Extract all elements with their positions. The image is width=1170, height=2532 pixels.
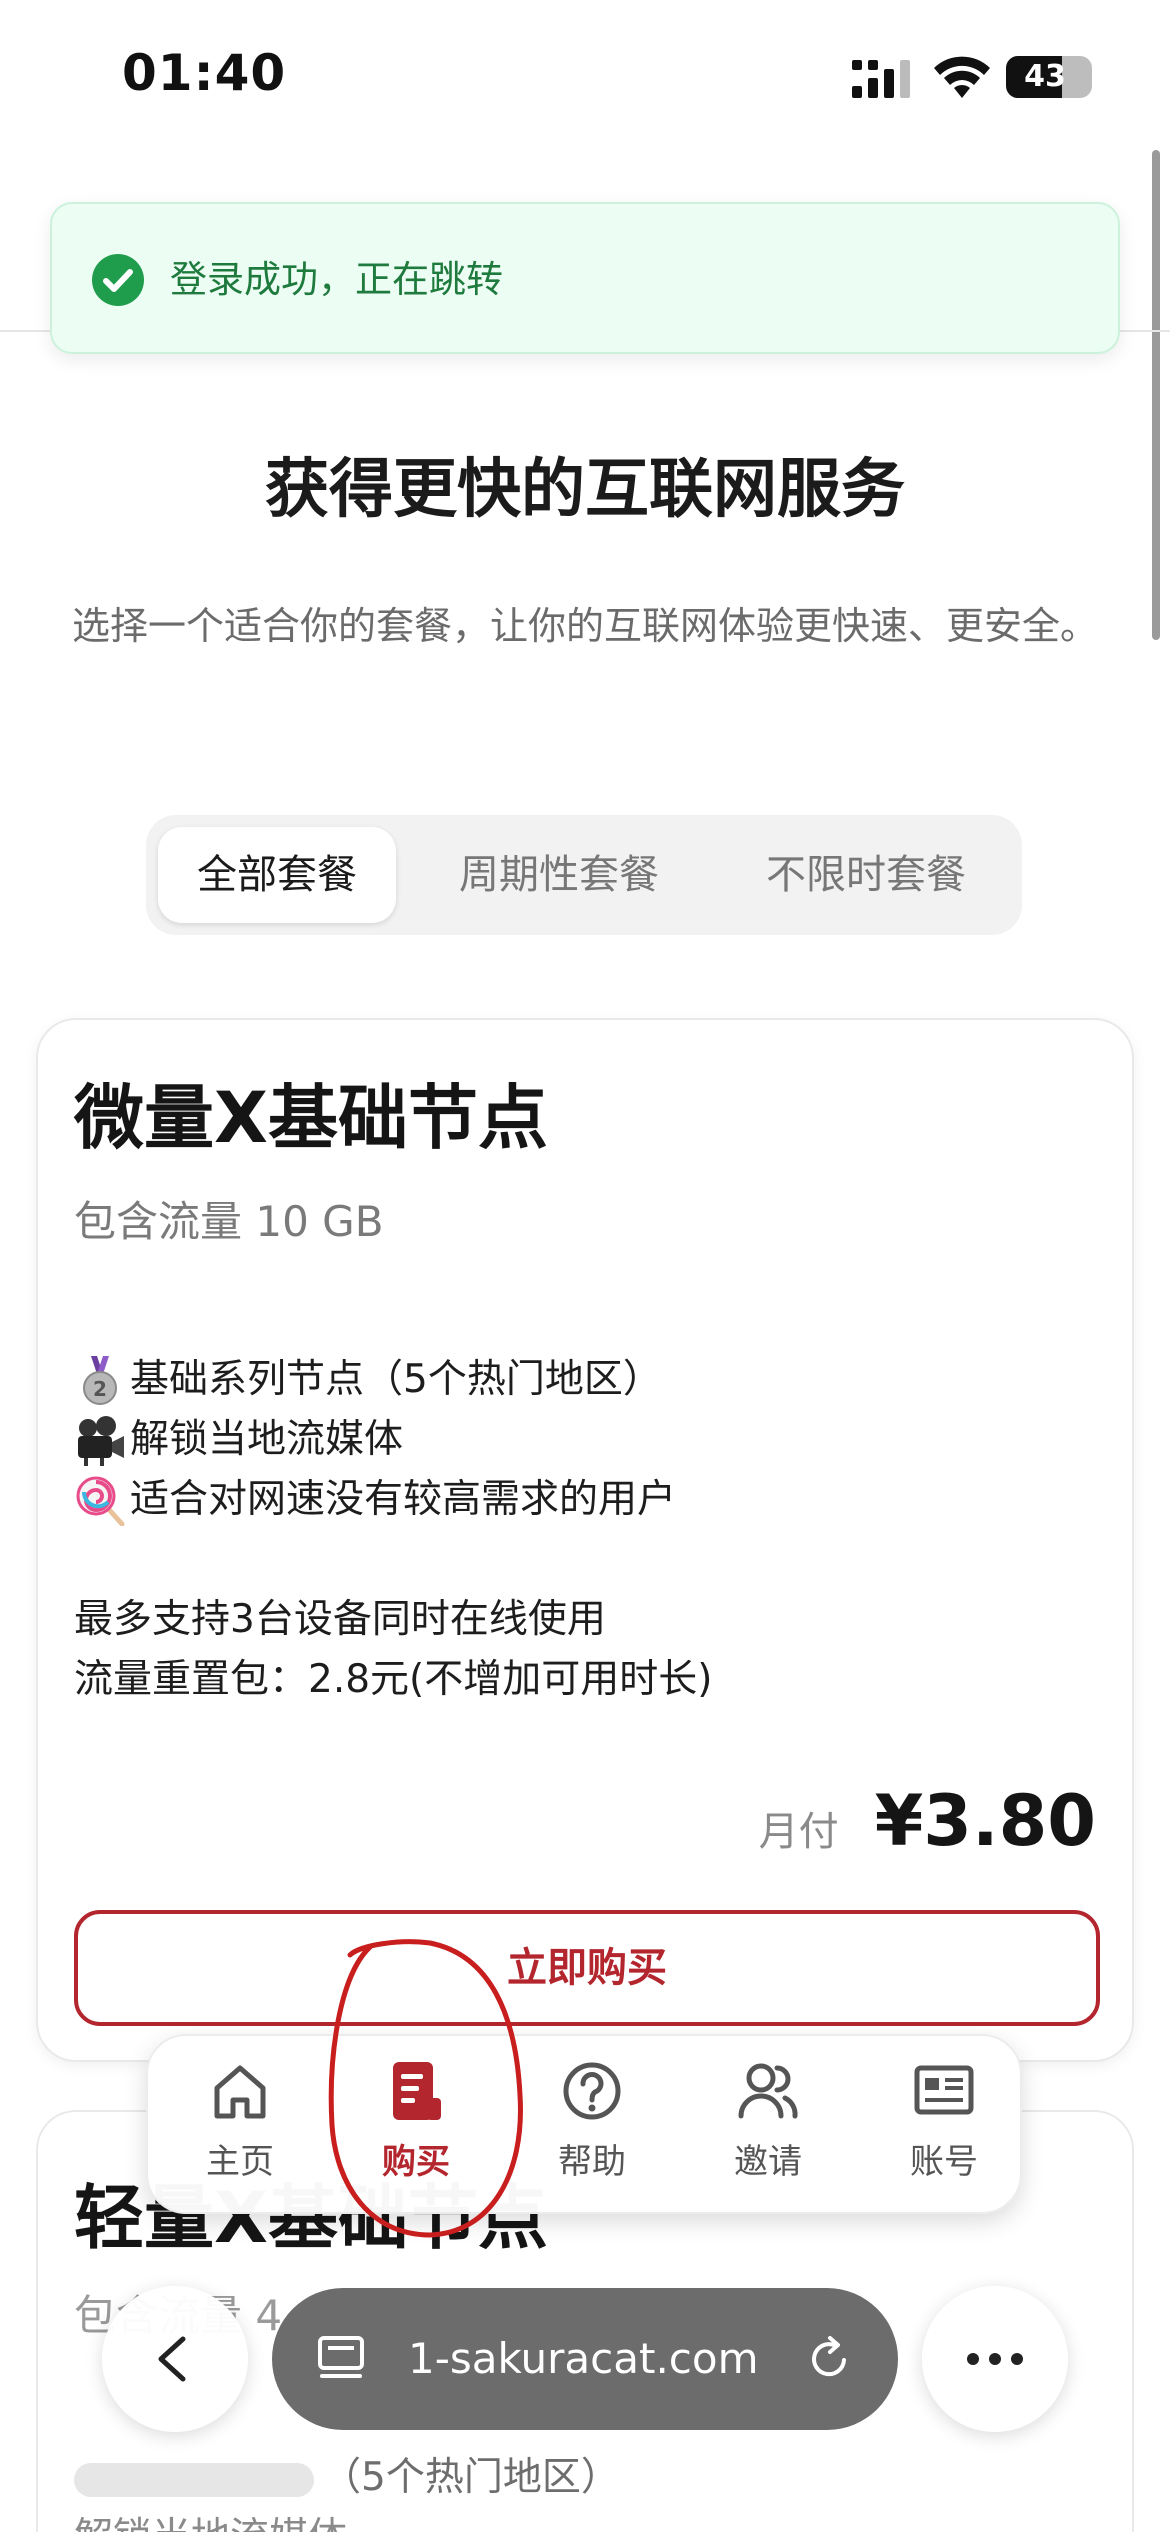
page-subtitle: 选择一个适合你的套餐，让你的互联网体验更快速、更安全。	[71, 604, 1098, 648]
plan-info-line: 最多支持3台设备同时在线使用	[74, 1597, 606, 1642]
plan-feature-text: 解锁当地流媒体	[130, 1417, 404, 1462]
nav-label: 账号	[910, 2142, 978, 2182]
browser-url-bar[interactable]: 1-sakuracat.com	[272, 2288, 898, 2430]
plan-filter-tabs: 全部套餐 周期性套餐 不限时套餐	[146, 815, 1022, 935]
page-scrollbar[interactable]	[1152, 150, 1160, 640]
question-circle-icon	[563, 2062, 621, 2120]
tab-unlimited-time-plans[interactable]: 不限时套餐	[722, 827, 1010, 923]
plan-feature: （5个热门地区）	[74, 2446, 620, 2502]
price-value: ¥3.80	[874, 1780, 1096, 1862]
browser-more-button[interactable]	[922, 2286, 1068, 2432]
tabs-icon	[318, 2336, 364, 2378]
plan-feature-text: 基础系列节点（5个热门地区）	[130, 1357, 662, 1402]
blurred-text-placeholder	[74, 2462, 314, 2497]
toast-message: 登录成功，正在跳转	[170, 258, 503, 301]
browser-url-text: 1-sakuracat.com	[408, 2334, 759, 2383]
plan-feature-text: （5个热门地区）	[322, 2455, 620, 2500]
page-title: 获得更快的互联网服务	[265, 453, 905, 527]
more-dots-icon	[967, 2353, 1023, 2365]
plan-feature: 解锁当地流媒体	[74, 2506, 347, 2532]
cellular-signal-icon	[852, 60, 910, 98]
plan-feature-text: 解锁当地流媒体	[74, 2515, 347, 2532]
plan-name: 微量X基础节点	[74, 1077, 548, 1159]
browser-back-button[interactable]	[102, 2286, 248, 2432]
plan-feature: 解锁当地流媒体	[74, 1410, 676, 1470]
svg-text:2: 2	[93, 1377, 107, 1401]
lollipop-icon	[76, 1476, 125, 1526]
movie-camera-icon	[78, 1416, 124, 1466]
price-row: 月付 ¥3.80	[758, 1780, 1096, 1862]
reload-icon[interactable]	[804, 2334, 854, 2384]
nav-label: 主页	[206, 2142, 274, 2182]
plan-feature-text: 适合对网速没有较高需求的用户	[130, 1477, 677, 1522]
buy-now-button[interactable]: 立即购买	[74, 1910, 1100, 2026]
tab-all-plans[interactable]: 全部套餐	[158, 827, 396, 923]
price-period: 月付	[758, 1809, 839, 1855]
nav-label: 邀请	[734, 2142, 802, 2182]
check-circle-icon	[92, 254, 144, 306]
plan-card: 微量X基础节点 包含流量 10 GB 2 基础系列节点（5个热门地区） 解锁当地…	[36, 1018, 1134, 2062]
plan-info-line: 流量重置包：2.8元(不增加可用时长)	[74, 1657, 713, 1702]
plan-feature: 2 基础系列节点（5个热门地区）	[74, 1350, 676, 1410]
nav-item-home[interactable]: 主页	[160, 2056, 320, 2196]
account-card-icon	[914, 2065, 974, 2115]
success-toast: 登录成功，正在跳转	[50, 202, 1120, 354]
nav-item-account[interactable]: 账号	[864, 2056, 1024, 2196]
battery-level: 43	[1024, 59, 1066, 94]
status-bar: 01:40 43	[0, 0, 1170, 150]
battery-icon: 43	[1006, 56, 1092, 98]
plan-feature: 适合对网速没有较高需求的用户	[74, 1470, 676, 1530]
wifi-icon	[934, 56, 990, 98]
plan-traffic: 包含流量 10 GB	[74, 1197, 384, 1246]
second-place-medal-icon: 2	[83, 1356, 117, 1405]
nav-item-invite[interactable]: 邀请	[688, 2056, 848, 2196]
home-icon	[214, 2065, 266, 2119]
annotation-circle	[328, 1939, 523, 2238]
plan-info-list: 最多支持3台设备同时在线使用 流量重置包：2.8元(不增加可用时长)	[74, 1590, 712, 1710]
chevron-left-icon	[158, 2336, 186, 2382]
status-time: 01:40	[122, 44, 287, 102]
tab-periodic-plans[interactable]: 周期性套餐	[414, 827, 704, 923]
users-icon	[738, 2063, 798, 2119]
plan-feature-list: 2 基础系列节点（5个热门地区） 解锁当地流媒体 适合对网速没有较高需求的用户	[74, 1350, 676, 1530]
bottom-navigation: 主页 购买 帮助 邀请 账号	[146, 2034, 1022, 2214]
